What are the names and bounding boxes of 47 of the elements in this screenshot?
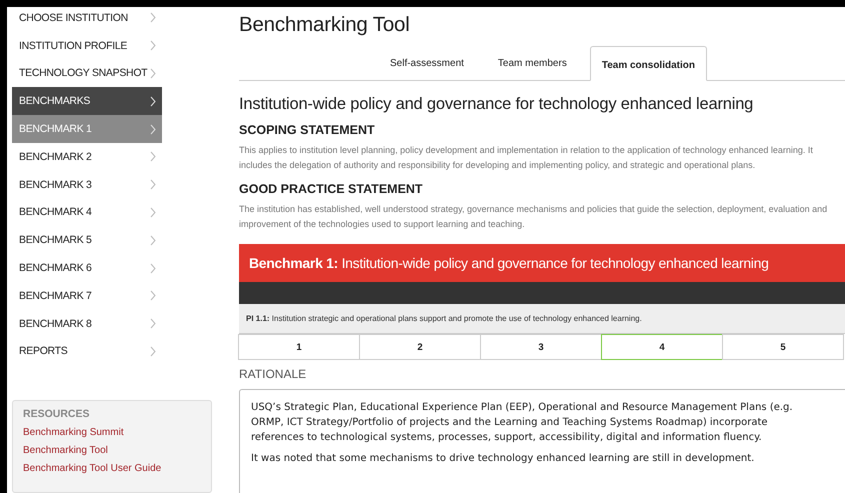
chevron-right-icon — [150, 346, 156, 357]
sidebar-item[interactable]: BENCHMARK 3 — [12, 170, 162, 199]
chevron-right-icon — [150, 206, 156, 218]
sidebar-item[interactable]: INSTITUTION PROFILE — [12, 32, 162, 60]
sidebar-item[interactable]: CHOOSE INSTITUTION — [12, 7, 162, 32]
sidebar-item[interactable]: BENCHMARK 6 — [12, 254, 162, 282]
sidebar-item[interactable]: BENCHMARK 8 — [12, 310, 162, 338]
indicator-row: PI 1.1: Institution strategic and operational plans support and promote the use of technology enhanced learning. — [239, 304, 845, 334]
section-text: This applies to institution level planning, policy development and implementation in relation to the application of technology enhanced learning. It includes the delegation of authority and responsibility for developing and implementing policy, and strategic and operational plans. — [239, 144, 814, 172]
sidebar-item[interactable]: BENCHMARK 4 — [12, 198, 162, 226]
tab[interactable]: Team members — [486, 46, 578, 81]
chevron-right-icon — [150, 12, 156, 24]
chevron-right-icon — [150, 40, 156, 52]
chevron-right-icon — [150, 318, 156, 330]
resource-link[interactable]: Benchmarking Tool User Guide — [23, 463, 201, 474]
tab[interactable]: Team consolidation — [590, 46, 707, 81]
sidebar-item[interactable]: BENCHMARK 7 — [12, 282, 162, 310]
sidebar-item[interactable]: BENCHMARKS — [12, 87, 162, 116]
sidebar-item[interactable]: BENCHMARK 2 — [12, 142, 162, 171]
benchmark-banner: Benchmark 1: Institution-wide policy and governance for technology enhanced learning — [239, 244, 845, 282]
resources-title: RESOURCES — [23, 408, 91, 420]
rationale-label: RATIONALE — [239, 367, 308, 381]
chevron-right-icon — [150, 234, 156, 246]
chevron-right-icon — [150, 96, 156, 107]
rating-option[interactable]: 5 — [722, 334, 844, 360]
chevron-right-icon — [150, 290, 156, 302]
section-heading: GOOD PRACTICE STATEMENT — [239, 182, 424, 196]
chevron-right-icon — [150, 68, 156, 79]
rating-option[interactable]: 1 — [238, 334, 360, 360]
section-text: The institution has established, well understood strategy, governance mechanisms and policies that guide the selection, deployment, evaluation and improvement of the technologies used to support learning and teaching. — [239, 203, 828, 231]
benchmark-heading: Institution-wide policy and governance for technology enhanced learning — [239, 95, 754, 114]
resource-link[interactable]: Benchmarking Summit — [23, 427, 201, 438]
rating-option[interactable]: 3 — [480, 334, 602, 360]
section-heading: SCOPING STATEMENT — [239, 123, 376, 137]
sidebar-item[interactable]: BENCHMARK 5 — [12, 226, 162, 254]
rating-option[interactable]: 2 — [359, 334, 481, 360]
rationale-field[interactable]: USQ’s Strategic Plan, Educational Experience Plan (EEP), Operational and Resource Management Plans (e.g. ORMP, ICT Strategy/Portfolio of projects and the Learning and Teaching Systems Roadmap) incorporate references to technological systems, processes, support, accessibility, digital and information fluency. It was noted that some mechanisms to drive technology enhanced learning are still in development. — [239, 389, 845, 493]
chevron-right-icon — [150, 262, 156, 274]
resource-link[interactable]: Benchmarking Tool — [23, 445, 201, 456]
sidebar-item[interactable]: REPORTS — [12, 338, 162, 366]
chevron-right-icon — [150, 124, 156, 135]
rating-option[interactable]: 4 — [601, 334, 723, 360]
page-title: Benchmarking Tool — [239, 13, 411, 37]
chevron-right-icon — [150, 151, 156, 162]
tab[interactable]: Self-assessment — [379, 46, 475, 81]
chevron-right-icon — [150, 179, 156, 190]
sidebar-item[interactable]: TECHNOLOGY SNAPSHOT — [12, 60, 162, 88]
